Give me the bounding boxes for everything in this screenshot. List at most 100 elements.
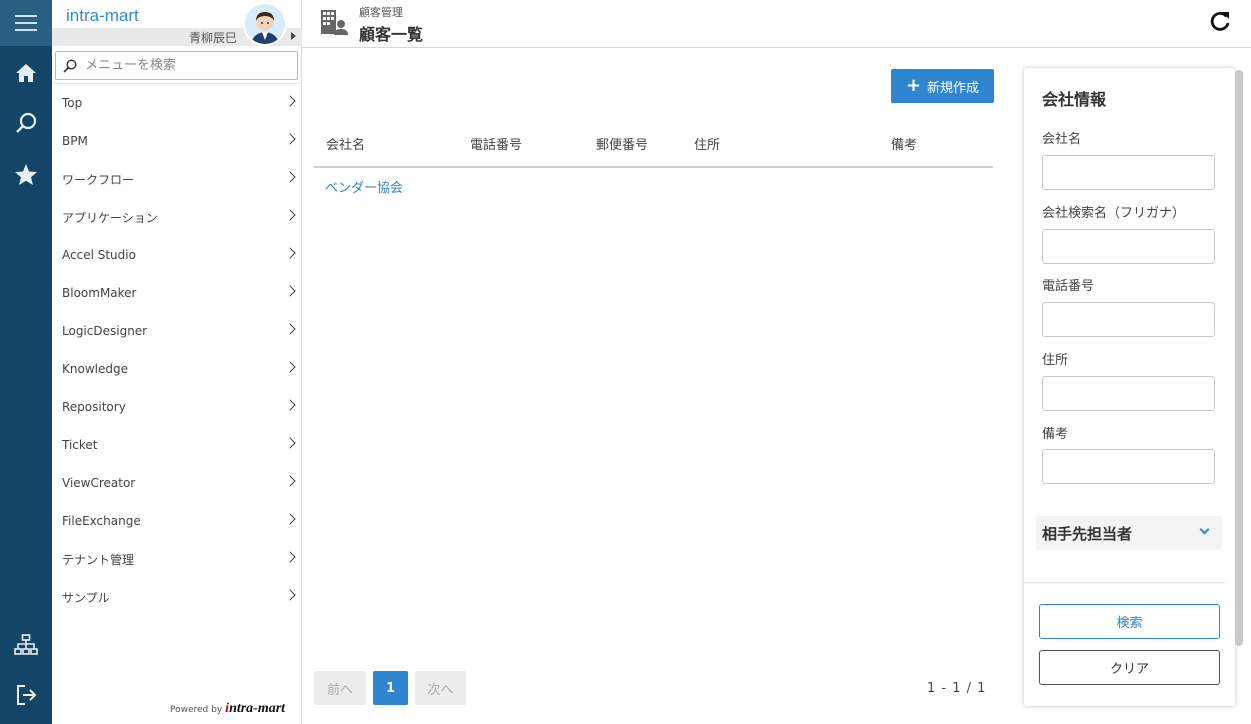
logout-button[interactable] bbox=[0, 672, 52, 718]
chevron-right-icon bbox=[284, 209, 296, 221]
chevron-right-icon bbox=[284, 285, 296, 297]
menu-item-top[interactable]: Top bbox=[52, 84, 302, 122]
menu-item-label: アプリケーション bbox=[62, 210, 158, 225]
user-caret-icon[interactable] bbox=[291, 32, 296, 40]
menu-item-logicdesigner[interactable]: LogicDesigner bbox=[52, 312, 302, 350]
page-number-button[interactable]: 1 bbox=[373, 671, 408, 705]
phone-field[interactable] bbox=[1042, 302, 1215, 337]
panel-title: 会社情報 bbox=[1042, 90, 1107, 109]
prev-page-button[interactable]: 前へ bbox=[314, 671, 366, 705]
chevron-right-icon bbox=[284, 551, 296, 563]
menu-item-ticket[interactable]: Ticket bbox=[52, 426, 302, 464]
chevron-right-icon bbox=[284, 513, 296, 525]
sitemap-button[interactable] bbox=[0, 622, 52, 668]
search-icon bbox=[63, 58, 77, 73]
refresh-button[interactable] bbox=[1209, 10, 1231, 36]
menu-item-bpm[interactable]: BPM bbox=[52, 122, 302, 160]
menu-item-label: サンプル bbox=[62, 590, 110, 605]
company-name-label: 会社名 bbox=[1042, 132, 1082, 147]
menu-item-label: BPM bbox=[62, 134, 88, 148]
chevron-right-icon bbox=[284, 133, 296, 145]
chevron-right-icon bbox=[284, 95, 296, 107]
sidebar: intra-mart 青柳辰巳 Top BPM ワークフロー アプリケーション … bbox=[52, 0, 302, 724]
menu-item-sample[interactable]: サンプル bbox=[52, 578, 302, 616]
customer-building-icon bbox=[321, 10, 348, 35]
breadcrumb[interactable]: 顧客管理 bbox=[359, 4, 403, 20]
menu-item-label: テナント管理 bbox=[62, 552, 135, 567]
search-button[interactable]: 検索 bbox=[1039, 604, 1220, 639]
home-button[interactable] bbox=[0, 50, 52, 96]
menu-item-label: Knowledge bbox=[62, 362, 128, 376]
powered-by-logo: Powered by intra-mart bbox=[170, 701, 285, 717]
phone-label: 電話番号 bbox=[1042, 279, 1095, 294]
column-header-notes[interactable]: 備考 bbox=[891, 134, 917, 153]
app-root: intra-mart 青柳辰巳 Top BPM ワークフロー アプリケーション … bbox=[0, 0, 1251, 724]
menu-item-label: ワークフロー bbox=[62, 172, 135, 187]
chevron-right-icon bbox=[284, 437, 296, 449]
user-avatar-icon bbox=[245, 4, 285, 44]
menu-item-label: LogicDesigner bbox=[62, 324, 148, 338]
column-header-address[interactable]: 住所 bbox=[694, 134, 720, 153]
menu-item-tenant-admin[interactable]: テナント管理 bbox=[52, 540, 302, 578]
menu-item-label: Top bbox=[62, 96, 83, 110]
menu-item-fileexchange[interactable]: FileExchange bbox=[52, 502, 302, 540]
menu-item-label: Ticket bbox=[62, 438, 98, 452]
menu-item-label: FileExchange bbox=[62, 514, 141, 528]
menu-item-workflow[interactable]: ワークフロー bbox=[52, 160, 302, 198]
chevron-right-icon bbox=[284, 399, 296, 411]
refresh-icon bbox=[1210, 12, 1230, 31]
table-header: 会社名 電話番号 郵便番号 住所 備考 bbox=[314, 123, 993, 168]
chevron-right-icon bbox=[284, 247, 296, 259]
column-header-company[interactable]: 会社名 bbox=[326, 134, 365, 153]
icon-rail bbox=[0, 0, 52, 724]
chevron-right-icon bbox=[284, 361, 296, 373]
menu-item-application[interactable]: アプリケーション bbox=[52, 198, 302, 236]
search-icon bbox=[16, 112, 37, 133]
star-icon bbox=[15, 163, 37, 185]
menu-search-input[interactable] bbox=[85, 58, 285, 73]
menu-item-label: Accel Studio bbox=[62, 248, 136, 262]
menu-item-label: BloomMaker bbox=[62, 286, 137, 300]
new-create-label: 新規作成 bbox=[927, 80, 980, 96]
page-header: 顧客管理 顧客一覧 bbox=[302, 0, 1251, 48]
next-page-button[interactable]: 次へ bbox=[415, 671, 466, 705]
clear-button[interactable]: クリア bbox=[1039, 650, 1220, 685]
divider bbox=[1024, 582, 1225, 583]
table-row-company-link[interactable]: ベンダー協会 bbox=[325, 177, 403, 196]
powered-by-text: Powered by bbox=[170, 705, 223, 715]
menu-item-knowledge[interactable]: Knowledge bbox=[52, 350, 302, 388]
menu-item-viewcreator[interactable]: ViewCreator bbox=[52, 464, 302, 502]
chevron-right-icon bbox=[284, 171, 296, 183]
logout-icon bbox=[17, 685, 37, 705]
intra-mart-logo: intra-mart bbox=[225, 701, 286, 716]
notes-field[interactable] bbox=[1042, 449, 1215, 484]
menu-search-box[interactable] bbox=[55, 51, 298, 80]
menu-list: Top BPM ワークフロー アプリケーション Accel Studio Blo… bbox=[52, 84, 302, 616]
company-kana-label: 会社検索名（フリガナ） bbox=[1042, 206, 1186, 221]
sitemap-icon bbox=[14, 634, 38, 655]
company-kana-field[interactable] bbox=[1042, 229, 1215, 264]
company-name-field[interactable] bbox=[1042, 155, 1215, 190]
menu-item-bloommaker[interactable]: BloomMaker bbox=[52, 274, 302, 312]
user-name[interactable]: 青柳辰巳 bbox=[189, 29, 237, 46]
menu-item-label: ViewCreator bbox=[62, 476, 136, 490]
new-create-button[interactable]: + 新規作成 bbox=[891, 69, 994, 103]
chevron-right-icon bbox=[284, 323, 296, 335]
address-field[interactable] bbox=[1042, 376, 1215, 411]
chevron-right-icon bbox=[284, 589, 296, 601]
page-info: 1 - 1 / 1 bbox=[927, 681, 987, 696]
notes-label: 備考 bbox=[1042, 427, 1069, 442]
menu-item-accel-studio[interactable]: Accel Studio bbox=[52, 236, 302, 274]
search-nav-button[interactable] bbox=[0, 100, 52, 146]
avatar[interactable] bbox=[243, 2, 287, 46]
panel-scrollbar-thumb[interactable] bbox=[1235, 70, 1243, 646]
column-header-postal[interactable]: 郵便番号 bbox=[596, 134, 648, 153]
contact-person-section-toggle[interactable]: 相手先担当者 bbox=[1036, 516, 1222, 550]
plus-icon: + bbox=[905, 75, 922, 96]
hamburger-menu-button[interactable] bbox=[0, 0, 52, 46]
hamburger-icon bbox=[15, 15, 37, 31]
menu-item-repository[interactable]: Repository bbox=[52, 388, 302, 426]
favorites-button[interactable] bbox=[0, 151, 52, 197]
column-header-phone[interactable]: 電話番号 bbox=[470, 134, 522, 153]
chevron-right-icon bbox=[284, 475, 296, 487]
